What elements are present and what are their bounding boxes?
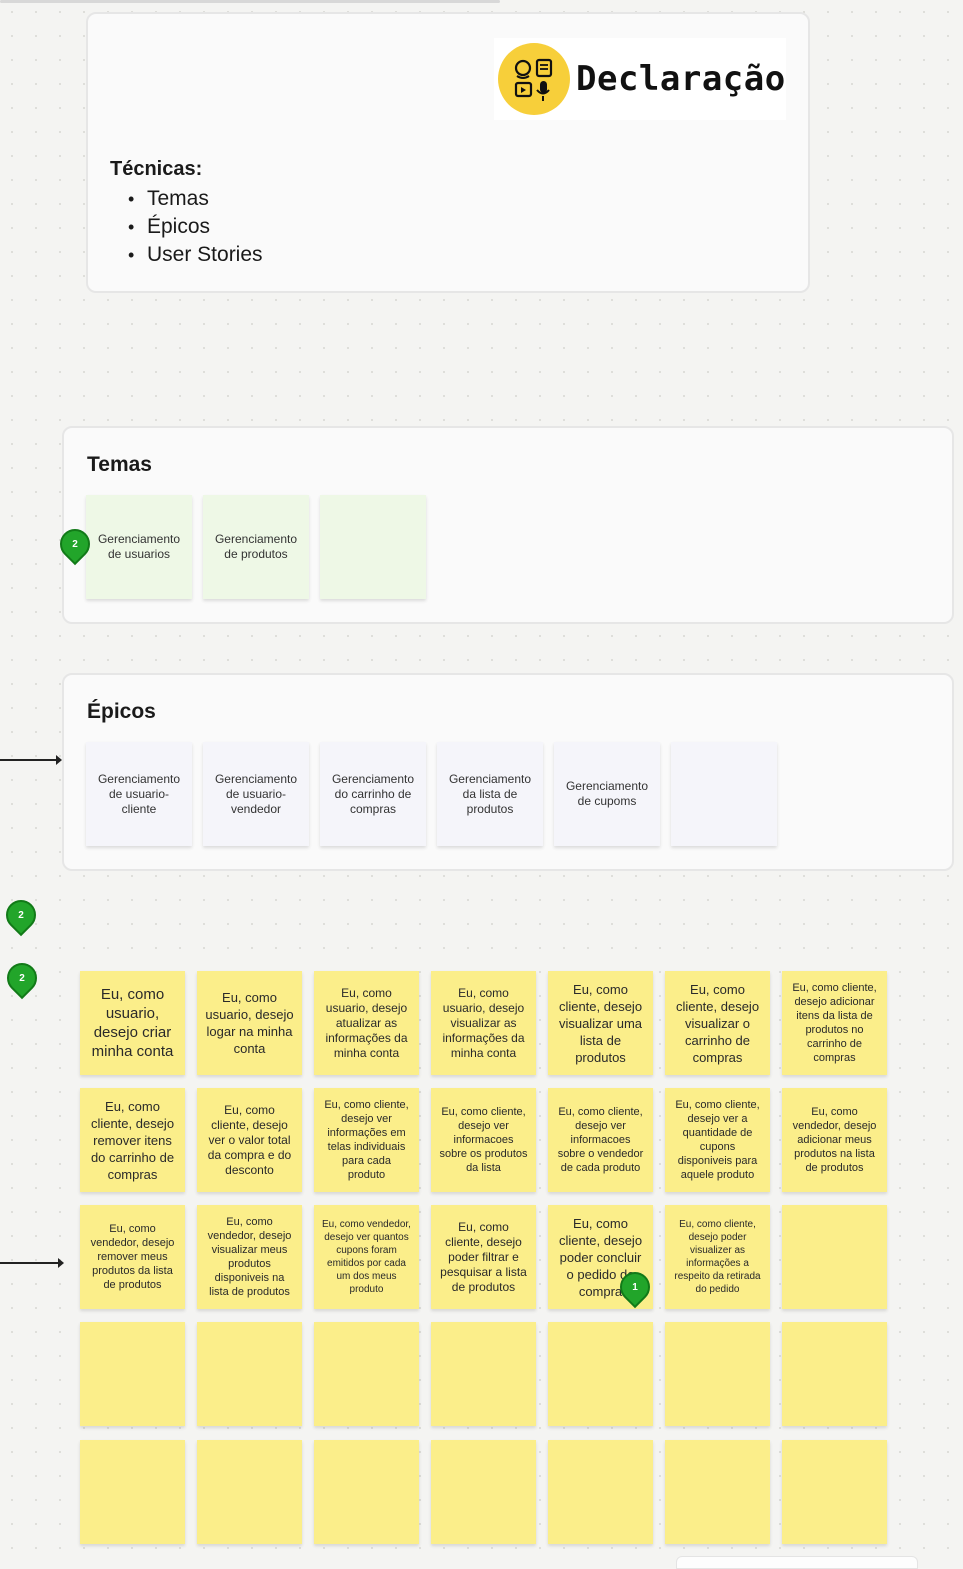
story-sticky-note[interactable]: Eu, como usuario, desejo logar na minha …	[197, 971, 302, 1075]
story-sticky-note[interactable]: Eu, como cliente, desejo visualizar o ca…	[665, 971, 770, 1075]
bottom-toolbar[interactable]	[676, 1556, 918, 1569]
story-sticky-note[interactable]: Eu, como cliente, desejo ver a quantidad…	[665, 1088, 770, 1192]
technique-item: Temas	[128, 185, 263, 213]
technique-item: Épicos	[128, 213, 263, 241]
story-sticky-note[interactable]: Eu, como cliente, desejo ver informacoes…	[431, 1088, 536, 1192]
comment-count: 2	[72, 538, 78, 550]
story-sticky-note[interactable]: Eu, como cliente, desejo visualizar uma …	[548, 971, 653, 1075]
epicos-title: Épicos	[87, 700, 156, 723]
comment-count: 2	[18, 909, 24, 921]
epic-card[interactable]: Gerenciamento de usuario-cliente	[86, 742, 192, 846]
logo-badge-icon	[498, 43, 570, 115]
epic-card[interactable]	[671, 742, 777, 846]
comment-count: 2	[19, 972, 25, 984]
story-sticky-note[interactable]: Eu, como vendedor, desejo adicionar meus…	[782, 1088, 887, 1192]
story-sticky-note[interactable]	[665, 1322, 770, 1426]
story-sticky-note[interactable]	[548, 1322, 653, 1426]
story-sticky-note[interactable]	[80, 1322, 185, 1426]
story-sticky-note[interactable]: Eu, como cliente, desejo remover itens d…	[80, 1088, 185, 1192]
story-sticky-note[interactable]	[782, 1205, 887, 1309]
story-sticky-note[interactable]: Eu, como vendedor, desejo visualizar meu…	[197, 1205, 302, 1309]
theme-card[interactable]: Gerenciamento de usuarios	[86, 495, 192, 599]
epic-card[interactable]: Gerenciamento do carrinho de compras	[320, 742, 426, 846]
theme-card[interactable]: Gerenciamento de produtos	[203, 495, 309, 599]
story-sticky-note[interactable]: Eu, como cliente, desejo ver informações…	[314, 1088, 419, 1192]
logo-text: Declaração	[576, 59, 786, 99]
story-sticky-note[interactable]: Eu, como vendedor, desejo remover meus p…	[80, 1205, 185, 1309]
connector-arrow[interactable]	[0, 1258, 64, 1268]
story-sticky-note[interactable]	[548, 1440, 653, 1544]
epic-card[interactable]: Gerenciamento de usuario-vendedor	[203, 742, 309, 846]
story-sticky-note[interactable]: Eu, como cliente, desejo poder visualize…	[665, 1205, 770, 1309]
story-sticky-note[interactable]: Eu, como usuario, desejo criar minha con…	[80, 971, 185, 1075]
story-sticky-note[interactable]: Eu, como usuario, desejo atualizar as in…	[314, 971, 419, 1075]
story-sticky-note[interactable]	[665, 1440, 770, 1544]
epic-card[interactable]: Gerenciamento de cupoms	[554, 742, 660, 846]
story-sticky-note[interactable]: Eu, como cliente, desejo adicionar itens…	[782, 971, 887, 1075]
story-sticky-note[interactable]	[80, 1440, 185, 1544]
techniques-title: Técnicas:	[110, 158, 203, 180]
comment-pin[interactable]: 2	[0, 893, 43, 937]
techniques-list: Temas Épicos User Stories	[128, 185, 263, 269]
story-sticky-note[interactable]: Eu, como vendedor, desejo ver quantos cu…	[314, 1205, 419, 1309]
story-sticky-note[interactable]	[314, 1322, 419, 1426]
top-scroll-indicator	[0, 0, 500, 3]
epic-card[interactable]: Gerenciamento da lista de produtos	[437, 742, 543, 846]
declaracao-logo: Declaração	[494, 38, 786, 120]
comment-count: 1	[632, 1281, 638, 1293]
story-sticky-note[interactable]	[431, 1440, 536, 1544]
story-sticky-note[interactable]	[314, 1440, 419, 1544]
story-sticky-note[interactable]	[782, 1440, 887, 1544]
story-sticky-note[interactable]: Eu, como cliente, desejo poder filtrar e…	[431, 1205, 536, 1309]
story-sticky-note[interactable]	[197, 1440, 302, 1544]
comment-pin[interactable]: 2	[0, 956, 44, 1000]
temas-frame[interactable]	[62, 426, 954, 624]
story-sticky-note[interactable]	[782, 1322, 887, 1426]
connector-arrow[interactable]	[0, 755, 62, 765]
technique-item: User Stories	[128, 241, 263, 269]
story-sticky-note[interactable]: Eu, como cliente, desejo ver o valor tot…	[197, 1088, 302, 1192]
story-sticky-note[interactable]	[431, 1322, 536, 1426]
temas-title: Temas	[87, 453, 152, 476]
story-sticky-note[interactable]: Eu, como usuario, desejo visualizar as i…	[431, 971, 536, 1075]
theme-card[interactable]	[320, 495, 426, 599]
story-sticky-note[interactable]: Eu, como cliente, desejo ver informacoes…	[548, 1088, 653, 1192]
story-sticky-note[interactable]	[197, 1322, 302, 1426]
